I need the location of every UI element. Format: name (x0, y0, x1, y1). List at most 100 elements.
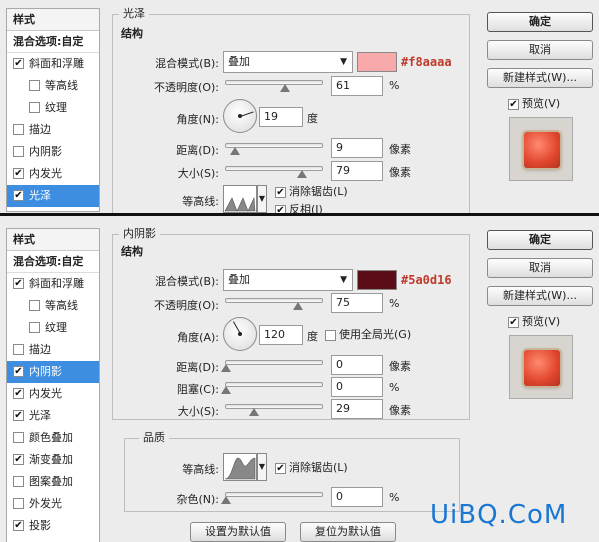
distance-input[interactable]: 0 (331, 355, 383, 375)
reset-default-button[interactable]: 复位为默认值 (300, 522, 396, 542)
opacity-slider[interactable] (225, 298, 323, 310)
style-item[interactable]: ✔ 光泽 (7, 405, 99, 427)
style-item[interactable]: 描边 (7, 339, 99, 361)
distance-input[interactable]: 9 (331, 138, 383, 158)
style-item[interactable]: 等高线 (7, 295, 99, 317)
choke-slider[interactable] (221, 382, 323, 394)
style-item[interactable]: 内阴影 (7, 141, 99, 163)
style-item[interactable]: 等高线 (7, 75, 99, 97)
style-item[interactable]: 纹理 (7, 97, 99, 119)
angle-dial[interactable] (223, 99, 257, 133)
contour-dropdown[interactable]: ▼ (257, 185, 267, 213)
cancel-button[interactable]: 取消 (487, 40, 593, 60)
distance-slider[interactable] (221, 360, 323, 372)
ok-button[interactable]: 确定 (487, 230, 593, 250)
preview-checkbox[interactable]: ✔ 预览(V) (508, 95, 560, 111)
style-item[interactable]: ✔ 内发光 (7, 383, 99, 405)
contour-dropdown[interactable]: ▼ (257, 453, 267, 481)
checkbox-box[interactable] (29, 322, 40, 333)
checkbox-box[interactable]: ✔ (13, 190, 24, 201)
preview-checkbox[interactable]: ✔ 预览(V) (508, 313, 560, 329)
slider-thumb[interactable] (221, 386, 231, 394)
checkbox-box[interactable]: ✔ (275, 204, 286, 213)
cancel-button[interactable]: 取消 (487, 258, 593, 278)
checkbox-box[interactable] (13, 146, 24, 157)
new-style-button[interactable]: 新建样式(W)... (487, 286, 593, 306)
checkbox-box[interactable]: ✔ (275, 186, 286, 198)
checkbox-box[interactable]: ✔ (508, 316, 519, 328)
checkbox-box[interactable]: ✔ (13, 168, 24, 179)
checkbox-box[interactable]: ✔ (13, 388, 24, 399)
style-item[interactable]: 图案叠加 (7, 471, 99, 493)
blend-mode-select[interactable]: 叠加 ▼ (223, 269, 353, 291)
style-item[interactable]: ✔ 斜面和浮雕 (7, 273, 99, 295)
contour-preview[interactable] (223, 453, 257, 481)
color-swatch[interactable] (357, 270, 397, 290)
checkbox-box[interactable] (29, 102, 40, 113)
degree-unit: 度 (307, 112, 318, 125)
angle-input[interactable]: 120 (259, 325, 303, 345)
distance-slider[interactable] (225, 143, 323, 155)
invert-checkbox[interactable]: ✔ 反相(I) (275, 201, 323, 213)
style-item[interactable]: ✔ 斜面和浮雕 (7, 53, 99, 75)
noise-slider[interactable] (221, 492, 323, 504)
angle-input[interactable]: 19 (259, 107, 303, 127)
slider-thumb[interactable] (221, 364, 231, 372)
checkbox-box[interactable] (13, 432, 24, 443)
size-slider[interactable] (225, 404, 323, 416)
style-item[interactable]: ✔ 渐变叠加 (7, 449, 99, 471)
blend-options-item[interactable]: 混合选项:自定 (7, 251, 99, 273)
choke-input[interactable]: 0 (331, 377, 383, 397)
antialias-checkbox[interactable]: ✔ 消除锯齿(L) (275, 459, 348, 475)
checkbox-box[interactable] (325, 329, 336, 341)
checkbox-box[interactable] (29, 80, 40, 91)
checkbox-box[interactable]: ✔ (13, 520, 24, 531)
contour-preview[interactable] (223, 185, 257, 213)
blend-options-item[interactable]: 混合选项:自定 (7, 31, 99, 53)
checkbox-box[interactable]: ✔ (13, 454, 24, 465)
style-item[interactable]: 纹理 (7, 317, 99, 339)
style-item[interactable]: 描边 (7, 119, 99, 141)
checkbox-box[interactable] (13, 476, 24, 487)
style-item[interactable]: ✔ 光泽 (7, 185, 99, 207)
opacity-slider[interactable] (225, 80, 323, 92)
checkbox-box[interactable]: ✔ (13, 366, 24, 377)
style-item[interactable]: ✔ 内阴影 (7, 361, 99, 383)
size-slider[interactable] (225, 166, 323, 178)
slider-thumb[interactable] (293, 302, 303, 310)
slider-thumb[interactable] (296, 170, 307, 178)
angle-dial[interactable] (223, 317, 257, 351)
checkbox-box[interactable]: ✔ (13, 410, 24, 421)
noise-input[interactable]: 0 (331, 487, 383, 507)
ok-button[interactable]: 确定 (487, 12, 593, 32)
structure-title: 结构 (121, 245, 143, 258)
checkbox-box[interactable] (13, 344, 24, 355)
slider-thumb[interactable] (229, 147, 240, 155)
opacity-input[interactable]: 61 (331, 76, 383, 96)
style-item[interactable]: 颜色叠加 (7, 427, 99, 449)
checkbox-box[interactable]: ✔ (13, 278, 24, 289)
opacity-input[interactable]: 75 (331, 293, 383, 313)
checkbox-box[interactable]: ✔ (508, 98, 519, 110)
checkbox-box[interactable] (13, 124, 24, 135)
checkbox-box[interactable]: ✔ (13, 58, 24, 69)
color-swatch[interactable] (357, 52, 397, 72)
checkbox-box[interactable]: ✔ (275, 462, 286, 474)
size-input[interactable]: 29 (331, 399, 383, 419)
style-items: ✔ 斜面和浮雕 等高线 纹理 描边 内阴影 ✔ 内发光 ✔ 光泽 (7, 53, 99, 207)
slider-thumb[interactable] (279, 84, 290, 92)
make-default-button[interactable]: 设置为默认值 (190, 522, 286, 542)
blend-mode-select[interactable]: 叠加 ▼ (223, 51, 353, 73)
slider-thumb[interactable] (248, 408, 259, 416)
checkbox-box[interactable] (13, 498, 24, 509)
slider-thumb[interactable] (221, 496, 231, 504)
global-light-checkbox[interactable]: 使用全局光(G) (325, 326, 411, 342)
new-style-button[interactable]: 新建样式(W)... (487, 68, 593, 88)
style-item[interactable]: 外发光 (7, 493, 99, 515)
style-item[interactable]: ✔ 投影 (7, 515, 99, 537)
antialias-checkbox[interactable]: ✔ 消除锯齿(L) (275, 183, 348, 199)
style-item[interactable]: ✔ 内发光 (7, 163, 99, 185)
style-preview (509, 335, 573, 399)
checkbox-box[interactable] (29, 300, 40, 311)
size-input[interactable]: 79 (331, 161, 383, 181)
